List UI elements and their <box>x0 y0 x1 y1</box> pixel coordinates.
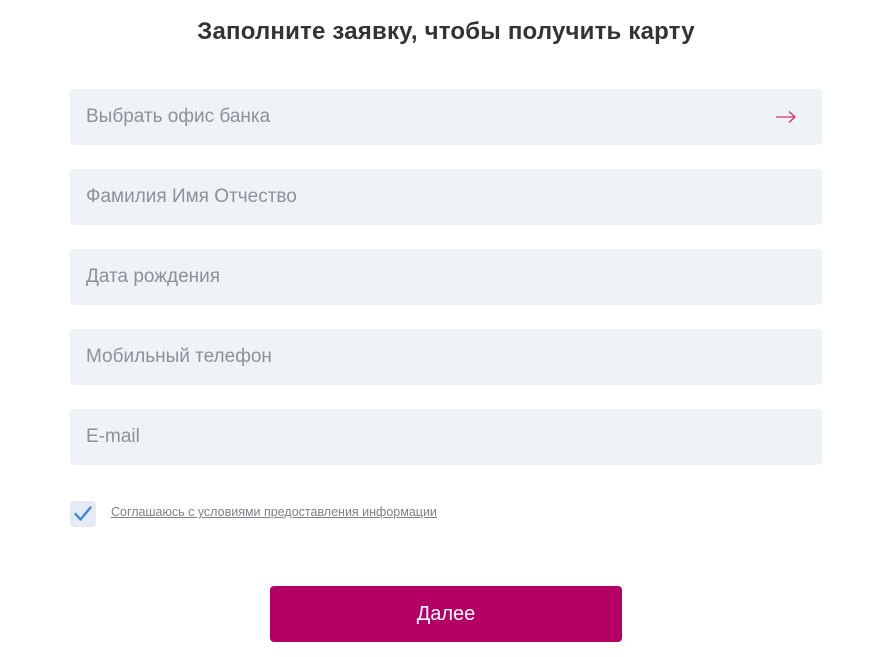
consent-checkbox[interactable] <box>70 501 96 527</box>
email-field[interactable] <box>70 409 822 465</box>
office-select-input[interactable] <box>70 89 822 145</box>
birth-date-input[interactable] <box>70 249 822 305</box>
phone-field[interactable] <box>70 329 822 385</box>
checkmark-icon <box>74 506 92 521</box>
arrow-right-icon[interactable] <box>774 108 798 126</box>
form-title: Заполните заявку, чтобы получить карту <box>197 18 695 45</box>
full-name-field[interactable] <box>70 169 822 225</box>
birth-date-field[interactable] <box>70 249 822 305</box>
email-input[interactable] <box>70 409 822 465</box>
consent-terms-link[interactable]: Соглашаюсь с условиями предоставления ин… <box>111 505 437 519</box>
next-button[interactable]: Далее <box>270 586 622 642</box>
office-select-field[interactable] <box>70 89 822 145</box>
phone-input[interactable] <box>70 329 822 385</box>
full-name-input[interactable] <box>70 169 822 225</box>
